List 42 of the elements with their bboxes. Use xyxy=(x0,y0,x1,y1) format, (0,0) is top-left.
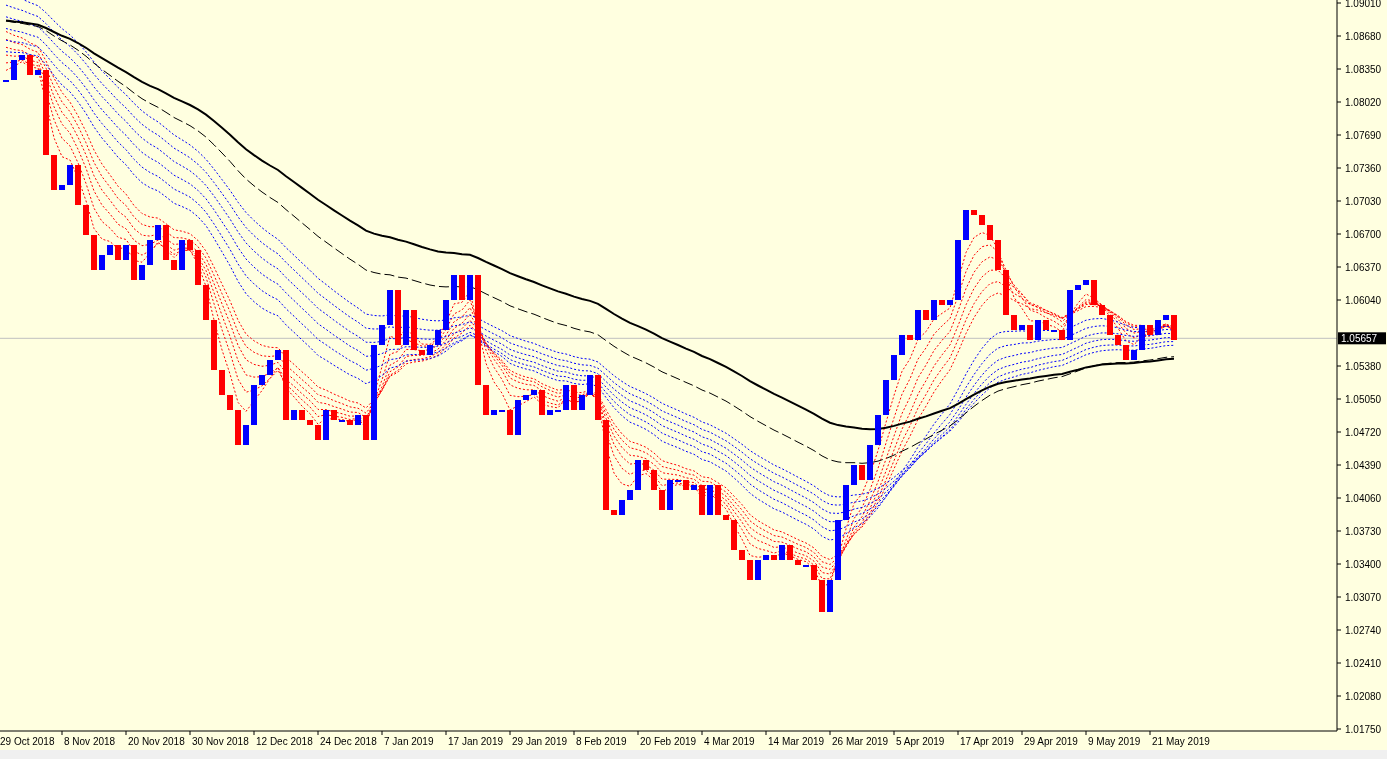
price-label: 1.08020 xyxy=(1345,97,1382,108)
price-label: 1.04390 xyxy=(1345,460,1382,471)
date-label: 7 Jan 2019 xyxy=(384,736,434,747)
date-label: 17 Jan 2019 xyxy=(448,736,504,747)
date-label: 14 Mar 2019 xyxy=(768,736,825,747)
price-label: 1.07690 xyxy=(1345,130,1382,141)
date-label: 12 Dec 2018 xyxy=(256,736,313,747)
price-label: 1.06040 xyxy=(1345,295,1382,306)
price-label: 1.04060 xyxy=(1345,493,1382,504)
date-label: 20 Feb 2019 xyxy=(640,736,697,747)
date-label: 17 Apr 2019 xyxy=(960,736,1014,747)
price-label: 1.07030 xyxy=(1345,196,1382,207)
date-label: 29 Apr 2019 xyxy=(1024,736,1078,747)
date-label: 24 Dec 2018 xyxy=(320,736,377,747)
date-label: 9 May 2019 xyxy=(1088,736,1141,747)
price-label: 1.05380 xyxy=(1345,361,1382,372)
date-label: 30 Nov 2018 xyxy=(192,736,249,747)
price-label: 1.03070 xyxy=(1345,592,1382,603)
price-label: 1.02080 xyxy=(1345,691,1382,702)
date-label: 8 Nov 2018 xyxy=(64,736,116,747)
date-label: 5 Apr 2019 xyxy=(896,736,945,747)
date-label: 21 May 2019 xyxy=(1152,736,1210,747)
price-label: 1.08680 xyxy=(1345,31,1382,42)
price-label: 1.03730 xyxy=(1345,526,1382,537)
date-label: 20 Nov 2018 xyxy=(128,736,185,747)
date-label: 8 Feb 2019 xyxy=(576,736,627,747)
date-label: 29 Jan 2019 xyxy=(512,736,568,747)
price-label: 1.06370 xyxy=(1345,262,1382,273)
price-label: 1.02410 xyxy=(1345,658,1382,669)
date-label: 29 Oct 2018 xyxy=(0,736,55,747)
price-label: 1.09010 xyxy=(1345,0,1382,9)
current-price-tag: 1.05657 xyxy=(1338,332,1386,345)
price-label: 1.02740 xyxy=(1345,625,1382,636)
date-label: 4 Mar 2019 xyxy=(704,736,755,747)
price-label: 1.06700 xyxy=(1345,229,1382,240)
price-label: 1.03400 xyxy=(1345,559,1382,570)
price-label: 1.08350 xyxy=(1345,64,1382,75)
price-label: 1.07360 xyxy=(1345,163,1382,174)
price-label: 1.01750 xyxy=(1345,724,1382,735)
price-label: 1.05050 xyxy=(1345,394,1382,405)
price-label: 1.04720 xyxy=(1345,427,1382,438)
date-label: 26 Mar 2019 xyxy=(832,736,889,747)
